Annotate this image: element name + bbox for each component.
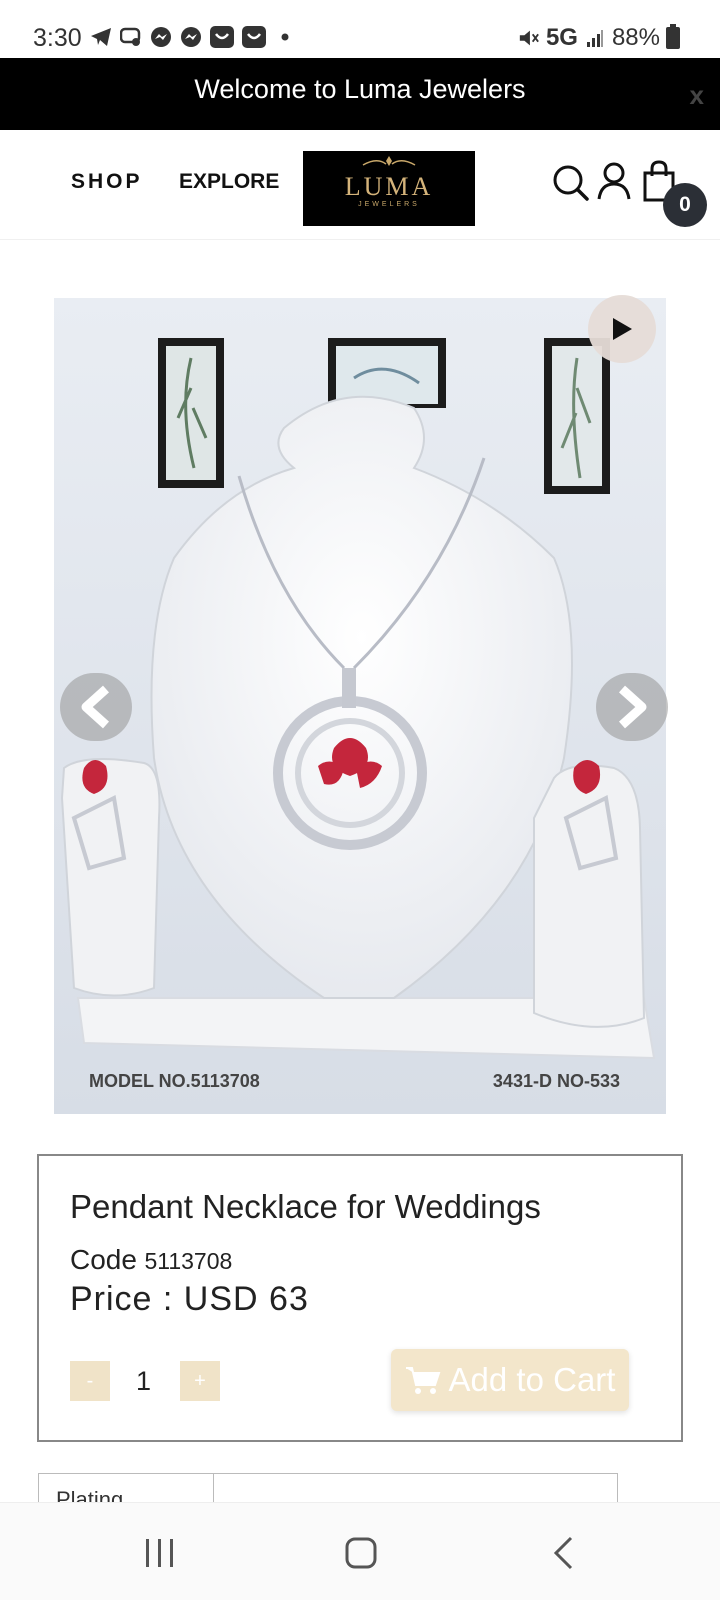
site-header: SHOP EXPLORE LUMA JEWELERS 0 (0, 130, 720, 240)
reference-caption: 3431-D NO-533 (492, 1071, 620, 1091)
site-logo[interactable]: LUMA JEWELERS (303, 151, 475, 226)
quantity-increase-button[interactable]: + (180, 1361, 220, 1401)
quantity-value[interactable]: 1 (136, 1366, 151, 1397)
product-price: Price : USD 63 (70, 1280, 309, 1318)
app-notification-icon (210, 26, 234, 48)
status-time: 3:30 (33, 24, 82, 52)
play-video-button[interactable] (588, 295, 656, 363)
quantity-decrease-button[interactable]: - (70, 1361, 110, 1401)
logo-name: LUMA (344, 172, 434, 201)
chevron-right-icon (618, 685, 647, 729)
welcome-banner: Welcome to Luma Jewelers x (0, 58, 720, 130)
notification-icons (90, 26, 296, 48)
recent-apps-button[interactable] (140, 1533, 180, 1573)
add-to-cart-label: Add to Cart (448, 1361, 616, 1398)
chat-icon (120, 26, 142, 48)
search-icon[interactable] (552, 164, 590, 202)
banner-close-button[interactable]: x (690, 80, 704, 111)
messenger-icon-2 (180, 26, 202, 48)
product-image[interactable]: MODEL NO.5113708 3431-D NO-533 (54, 298, 666, 1114)
battery-percent: 88% (611, 24, 660, 51)
product-code: Code 5113708 (70, 1244, 232, 1276)
recent-apps-icon (146, 1539, 173, 1567)
next-image-button[interactable] (596, 673, 668, 741)
back-button[interactable] (543, 1533, 583, 1573)
cart-icon (405, 1367, 440, 1394)
home-icon (345, 1537, 377, 1569)
back-icon (553, 1536, 573, 1570)
product-title: Pendant Necklace for Weddings (70, 1188, 541, 1225)
nav-shop-link[interactable]: SHOP (71, 170, 143, 194)
account-icon[interactable] (597, 162, 635, 200)
model-number-caption: MODEL NO.5113708 (89, 1071, 260, 1091)
mute-icon (518, 27, 540, 49)
code-value: 5113708 (144, 1248, 233, 1274)
status-right: 5G 88% (518, 24, 680, 52)
product-info-card: Pendant Necklace for Weddings Code 51137… (37, 1154, 683, 1442)
more-notifications-dot-icon (274, 26, 296, 48)
cart-count-badge[interactable]: 0 (663, 183, 707, 227)
system-navigation-bar (0, 1502, 720, 1600)
app-notification-icon-2 (242, 26, 266, 48)
status-bar: 3:30 5G 88% (0, 0, 720, 58)
logo-sub: JEWELERS (358, 201, 420, 208)
nav-explore-link[interactable]: EXPLORE (179, 170, 279, 194)
code-label: Code (70, 1244, 137, 1275)
add-to-cart-button[interactable]: Add to Cart (391, 1349, 629, 1411)
banner-text: Welcome to Luma Jewelers (194, 74, 526, 104)
messenger-icon (150, 26, 172, 48)
product-photo-illustration (54, 298, 666, 1114)
logo-crest-icon (303, 155, 475, 173)
chevron-left-icon (81, 685, 110, 729)
network-type: 5G (545, 24, 578, 51)
home-button[interactable] (341, 1533, 381, 1573)
previous-image-button[interactable] (60, 673, 132, 741)
battery-icon (666, 24, 680, 49)
play-icon (613, 318, 632, 340)
signal-icon (584, 27, 606, 49)
telegram-icon (90, 26, 112, 48)
